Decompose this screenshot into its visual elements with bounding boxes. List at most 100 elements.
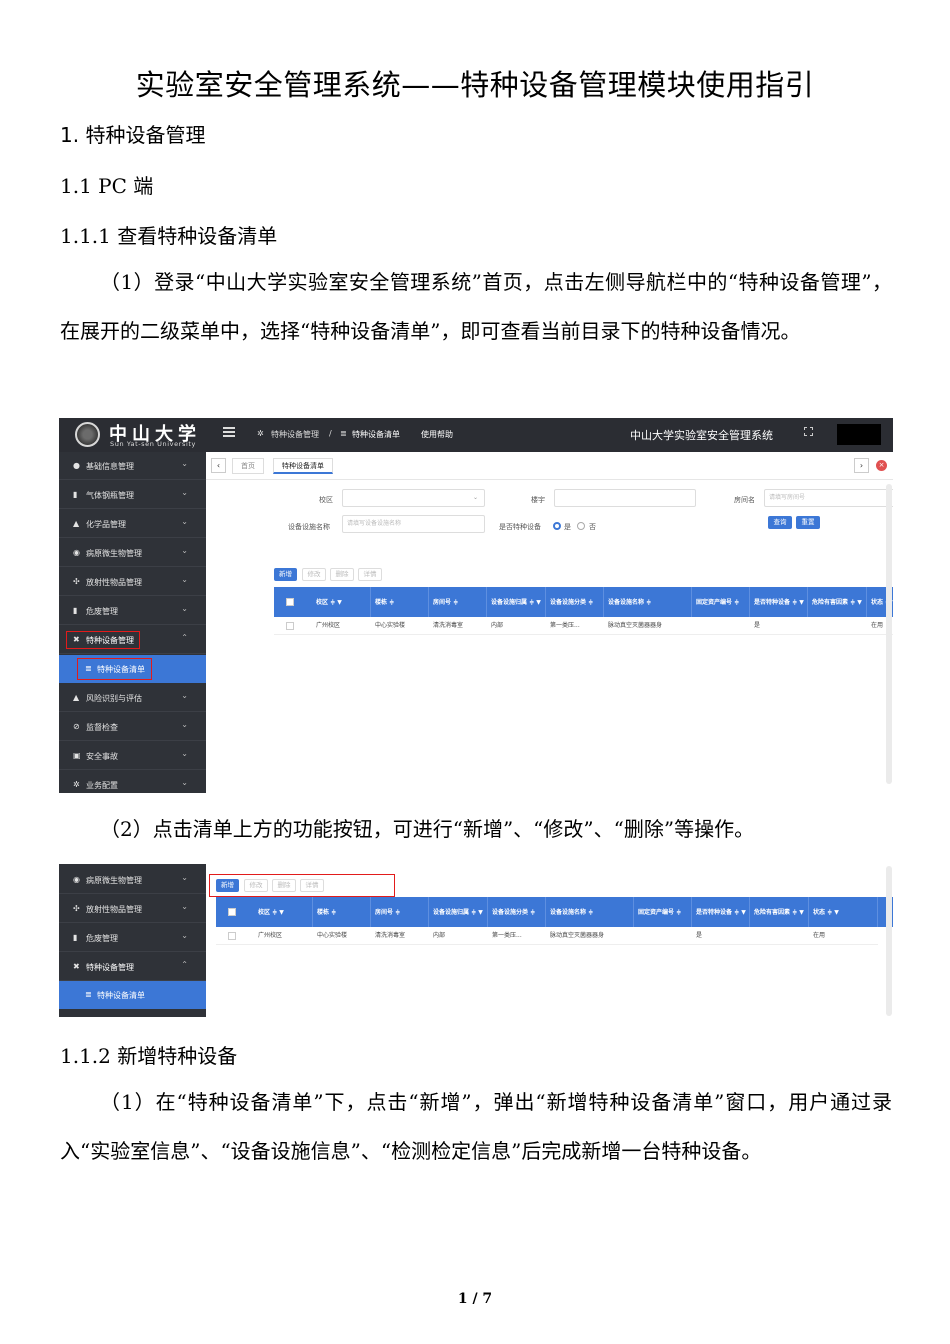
column-header[interactable]: 设备设施归属 ≑ ▼ xyxy=(487,587,546,617)
column-header[interactable]: 房间号 ≑ xyxy=(371,897,429,927)
table-cell: 是 xyxy=(754,622,761,629)
menu-toggle-icon[interactable] xyxy=(223,427,235,437)
radio-yes[interactable] xyxy=(553,522,561,530)
sidebar-item-radioactive[interactable]: ✣ 放射性物品管理 ⌄ xyxy=(59,568,206,596)
tab-bar: ‹ 首页 特种设备清单 › × xyxy=(206,452,893,480)
edit-button[interactable]: 修改 xyxy=(302,568,326,581)
logo: 中山大学 Sun Yat-sen University xyxy=(59,418,207,452)
column-header[interactable]: 设备设施归属 ≑ ▼ xyxy=(429,897,488,927)
sidebar-item-accident[interactable]: ▣ 安全事故 ⌄ xyxy=(59,742,206,770)
sidebar-item-label: 病原微生物管理 xyxy=(86,549,142,558)
page-scrollbar[interactable] xyxy=(886,484,892,784)
breadcrumb-separator: / xyxy=(329,429,332,438)
select-all-checkbox[interactable] xyxy=(286,598,294,606)
column-header[interactable]: 危险有害因素 ≑ ▼ xyxy=(808,587,867,617)
sidebar-item-special-equipment[interactable]: ✖ 特种设备管理 ⌃ xyxy=(59,953,206,981)
paragraph-actions: （2）点击清单上方的功能按钮，可进行“新增”、“修改”、“删除”等操作。 xyxy=(100,817,755,841)
sidebar-item-config[interactable]: ✲ 业务配置 ⌄ xyxy=(59,771,206,793)
warning-icon: ▲ xyxy=(73,693,80,702)
sidebar-item-label: 气体钢瓶管理 xyxy=(86,491,134,500)
sidebar-item-label: 危废管理 xyxy=(86,934,118,943)
sidebar-subitem-label: 特种设备清单 xyxy=(97,991,145,1000)
sidebar-item-label: 业务配置 xyxy=(86,781,118,790)
sidebar-item-chemicals[interactable]: ▲ 化学品管理 ⌄ xyxy=(59,510,206,538)
help-link[interactable]: 使用帮助 xyxy=(421,429,453,440)
column-header[interactable]: 校区 ≑ ▼ xyxy=(254,897,313,927)
sidebar-item-hazardous-waste[interactable]: ▮ 危废管理 ⌄ xyxy=(59,597,206,625)
add-button[interactable]: 新增 xyxy=(274,568,297,581)
reset-button[interactable]: 重置 xyxy=(796,516,820,529)
column-header[interactable]: 设备设施分类 ≑ xyxy=(546,587,604,617)
paragraph-add-equipment: （1）在“特种设备清单”下，点击“新增”，弹出“新增特种设备清单”窗口，用户通过… xyxy=(60,1090,892,1163)
column-header[interactable]: 固定资产编号 ≑ xyxy=(692,587,750,617)
chevron-down-icon: ⌄ xyxy=(181,459,188,468)
column-header[interactable]: 是否特种设备 ≑ ▼ xyxy=(750,587,808,617)
query-button[interactable]: 查询 xyxy=(768,516,792,529)
gear-icon: ✲ xyxy=(257,429,264,438)
radio-no-label: 否 xyxy=(589,523,596,531)
list-icon: ≣ xyxy=(85,990,92,999)
screenshot-special-equipment-list: 中山大学 Sun Yat-sen University ✲ 特种设备管理 / ≣… xyxy=(59,418,893,793)
top-bar: 中山大学 Sun Yat-sen University ✲ 特种设备管理 / ≣… xyxy=(59,418,893,452)
fullscreen-icon[interactable] xyxy=(804,427,813,436)
sidebar-item-inspection[interactable]: ⊘ 监督检查 ⌄ xyxy=(59,713,206,741)
user-avatar[interactable] xyxy=(837,424,881,445)
sidebar-item-pathogen[interactable]: ◉ 病原微生物管理 ⌄ xyxy=(59,539,206,567)
biohazard-icon: ◉ xyxy=(73,875,80,884)
chevron-down-icon: ⌄ xyxy=(181,488,188,497)
tab-home[interactable]: 首页 xyxy=(232,458,264,474)
row-checkbox[interactable] xyxy=(286,622,294,630)
column-header[interactable]: 校区 ≑ ▼ xyxy=(312,587,371,617)
page-scrollbar[interactable] xyxy=(886,866,892,1016)
select-all-checkbox[interactable] xyxy=(228,908,236,916)
campus-select[interactable]: ⌄ xyxy=(342,489,485,507)
room-input[interactable]: 请填写房间号 xyxy=(764,489,893,507)
close-icon[interactable]: × xyxy=(876,460,887,471)
column-header[interactable]: 设备设施分类 ≑ xyxy=(488,897,546,927)
column-header[interactable]: 设备设施名称 ≑ xyxy=(604,587,692,617)
table-row[interactable]: 广州校区 中心实验楼 清洗消毒室 内部 第一类压... 脉动真空灭菌器器身 是 … xyxy=(274,617,893,635)
delete-button[interactable]: 删除 xyxy=(330,568,354,581)
sidebar-item-radioactive[interactable]: ✣ 放射性物品管理 ⌄ xyxy=(59,895,206,923)
main-content: ‹ 首页 特种设备清单 › × 校区 ⌄ 楼宇 房间名 请填写房间号 设备设施名… xyxy=(206,452,893,793)
column-header[interactable]: 楼栋 ≑ xyxy=(313,897,371,927)
campus-label: 校区 xyxy=(319,496,333,504)
building-select[interactable] xyxy=(554,489,696,507)
screenshot-function-buttons: ◉ 病原微生物管理 ⌄ ✣ 放射性物品管理 ⌄ ▮ 危废管理 ⌄ ✖ 特种设备管理 ⌃ ≣ 特种设… xyxy=(59,864,893,1017)
column-header[interactable]: 设备设施名称 ≑ xyxy=(546,897,634,927)
column-header[interactable]: 固定资产编号 ≑ xyxy=(634,897,692,927)
row-checkbox[interactable] xyxy=(228,932,236,940)
column-header[interactable]: 是否特种设备 ≑ ▼ xyxy=(692,897,750,927)
column-header[interactable]: 状态 ≑ ▼ xyxy=(809,897,878,927)
sidebar-item-basic-info[interactable]: ● 基础信息管理 ⌄ xyxy=(59,452,206,480)
chevron-up-icon: ⌃ xyxy=(181,960,188,969)
waste-icon: ▮ xyxy=(73,933,78,942)
chevron-left-icon[interactable]: ‹ xyxy=(211,458,226,473)
sidebar-subitem-equipment-list[interactable]: ≣ 特种设备清单 xyxy=(59,981,206,1009)
chevron-down-icon: ⌄ xyxy=(181,604,188,613)
sidebar-item-label: 病原微生物管理 xyxy=(86,876,142,885)
sidebar-item-hazardous-waste[interactable]: ▮ 危废管理 ⌄ xyxy=(59,924,206,952)
table-cell: 内部 xyxy=(433,932,446,939)
inspect-icon: ⊘ xyxy=(73,722,80,731)
heading-1-1-1: 1.1.1 查看特种设备清单 xyxy=(60,224,278,248)
table-header: 校区 ≑ ▼ 楼栋 ≑ 房间号 ≑ 设备设施归属 ≑ ▼ 设备设施分类 ≑ 设备… xyxy=(274,587,893,617)
tab-equipment-list[interactable]: 特种设备清单 xyxy=(273,458,333,474)
special-equipment-radio-group: 是 否 xyxy=(553,519,613,533)
table-row[interactable]: 广州校区 中心实验楼 清洗消毒室 内部 第一类压... 脉动真空灭菌器器身 是 … xyxy=(216,927,878,945)
breadcrumb-current[interactable]: 特种设备清单 xyxy=(352,429,400,440)
sidebar-item-gas-cylinder[interactable]: ▮ 气体钢瓶管理 ⌄ xyxy=(59,481,206,509)
info-icon: ● xyxy=(73,461,80,470)
column-header[interactable]: 危险有害因素 ≑ ▼ xyxy=(750,897,809,927)
sidebar-item-risk[interactable]: ▲ 风险识别与评估 ⌄ xyxy=(59,684,206,712)
radiation-icon: ✣ xyxy=(73,577,80,586)
radio-no[interactable] xyxy=(577,522,585,530)
breadcrumb-module[interactable]: 特种设备管理 xyxy=(271,429,319,440)
detail-button[interactable]: 详情 xyxy=(358,568,382,581)
chevron-right-icon[interactable]: › xyxy=(854,458,869,473)
column-header[interactable]: 楼栋 ≑ xyxy=(371,587,429,617)
sidebar-item-pathogen[interactable]: ◉ 病原微生物管理 ⌄ xyxy=(59,866,206,894)
sidebar-item-label: 放射性物品管理 xyxy=(86,578,142,587)
column-header[interactable]: 房间号 ≑ xyxy=(429,587,487,617)
device-name-input[interactable]: 请填写设备设施名称 xyxy=(342,515,485,533)
